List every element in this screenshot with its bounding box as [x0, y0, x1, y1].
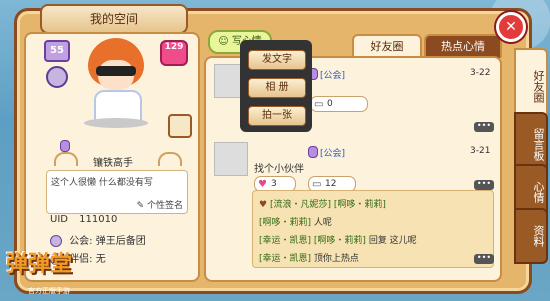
side-tab-profile[interactable]: 资料 — [514, 208, 548, 264]
signature-box: 这个人很懒 什么都没有写 ✎ 个性签名 — [46, 170, 188, 214]
more-button[interactable]: ••• — [474, 180, 494, 190]
comment-row: ♥ [流浪・凡妮莎] [啊哆・莉莉] — [259, 197, 386, 210]
signature-edit-button[interactable]: ✎ 个性签名 — [137, 198, 183, 211]
comment-row: [幸运・凯恩] [啊哆・莉莉] 回复 这儿呢 — [259, 233, 417, 246]
vip-badge: 129 — [160, 40, 188, 66]
comment-count-pill[interactable]: ▭ 0 — [310, 96, 368, 112]
smile-icon: ☺ — [218, 36, 229, 47]
comment-user[interactable]: [幸运・凯恩] — [259, 254, 311, 264]
signature-text: 这个人很懒 什么都没有写 — [51, 178, 153, 188]
signature-edit-label: 个性签名 — [146, 201, 183, 211]
write-popup-menu: 发文字 相 册 拍一张 — [240, 40, 312, 132]
post-date: 3-22 — [470, 68, 491, 78]
panel-title: 我的空间 — [40, 4, 188, 34]
close-button[interactable]: ✕ — [496, 12, 526, 42]
uid-label: UID — [50, 214, 68, 225]
heart-icon: ♥ — [259, 200, 268, 210]
like-count: 3 — [271, 179, 277, 189]
wing-right-icon — [158, 152, 182, 166]
avatar-shadow — [84, 118, 148, 128]
nickname: 镶铁高手 — [93, 158, 133, 169]
take-photo-button[interactable]: 拍一张 — [248, 106, 306, 126]
avatar — [76, 38, 156, 128]
post-date: 3-21 — [470, 146, 491, 156]
game-logo: 弹弹堂 官方正版手游 — [2, 246, 112, 296]
comment-user[interactable]: [啊哆・莉莉] — [259, 218, 311, 228]
profile-button[interactable] — [168, 114, 192, 138]
comments-box: ♥ [流浪・凡妮莎] [啊哆・莉莉] [啊哆・莉莉] 人呢 [幸运・凯恩] [啊… — [252, 190, 494, 268]
tab-hot-moods[interactable]: 热点心情 — [424, 34, 502, 58]
tab-friends[interactable]: 好友圈 — [352, 34, 422, 58]
uid-value: 111010 — [79, 214, 118, 225]
guild-row: 公会: 弹王后备团 — [50, 232, 146, 247]
comment-text: 顶你上热点 — [313, 254, 359, 264]
post-tag[interactable]: [公会] — [320, 146, 345, 159]
edit-icon: ✎ — [136, 201, 145, 211]
comment-user[interactable]: [流浪・凡妮莎] — [270, 200, 331, 210]
comment-user[interactable]: [啊哆・莉莉] — [314, 236, 366, 246]
post-avatar[interactable] — [214, 142, 248, 176]
post-text: 找个小伙伴 — [254, 164, 304, 175]
comment-count: 12 — [325, 179, 337, 189]
gem-icon — [60, 140, 70, 152]
logo-title: 弹弹堂 — [6, 252, 73, 277]
comment-user[interactable]: [幸运・凯恩] — [259, 236, 311, 246]
comment-row: [啊哆・莉莉] 人呢 — [259, 215, 332, 228]
gem-icon — [308, 146, 318, 158]
shield-icon[interactable] — [46, 66, 68, 88]
post-tag[interactable]: [公会] — [320, 68, 345, 81]
comment-text: 人呢 — [313, 218, 332, 228]
post-text-button[interactable]: 发文字 — [248, 50, 306, 70]
comment-text: 回复 这儿呢 — [368, 236, 417, 246]
comment-user[interactable]: [啊哆・莉莉] — [334, 200, 386, 210]
like-count: 0 — [327, 99, 333, 109]
more-button[interactable]: ••• — [474, 254, 494, 264]
logo-subtitle: 官方正版手游 — [28, 287, 70, 295]
level-badge: 55 — [44, 40, 70, 62]
comment-row: [幸运・凯恩] 顶你上热点 — [259, 251, 359, 264]
comment-icon: ▭ — [314, 99, 324, 110]
more-button[interactable]: ••• — [474, 122, 494, 132]
uid-row: UID 111010 — [50, 214, 117, 225]
album-button[interactable]: 相 册 — [248, 78, 306, 98]
avatar-glasses — [96, 66, 136, 76]
